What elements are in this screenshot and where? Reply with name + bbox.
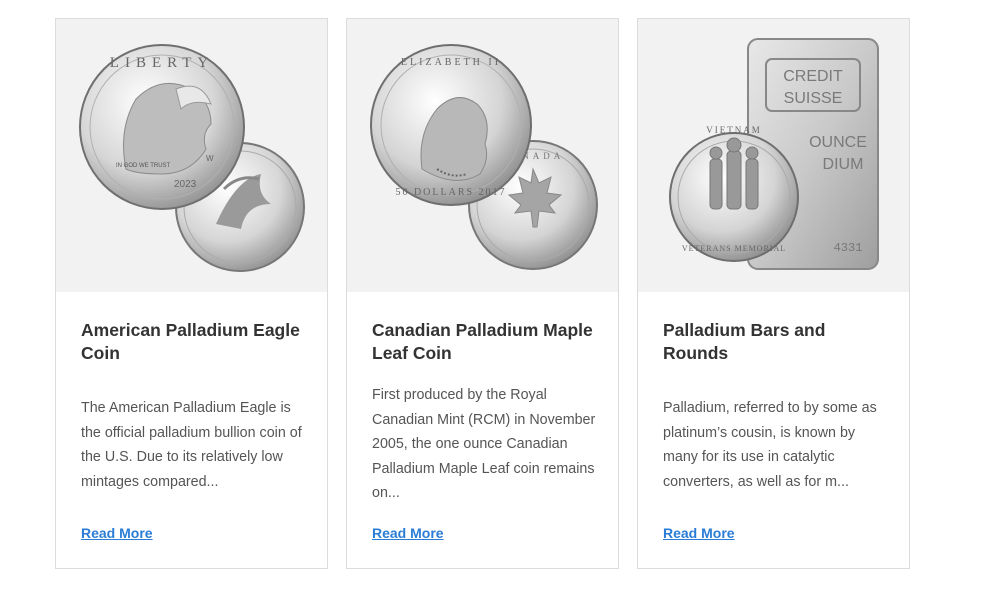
american-eagle-coin-image[interactable]: LIBERTY IN GOD WE TRUST 2023 W: [56, 19, 327, 292]
read-more-link[interactable]: Read More: [81, 525, 153, 541]
bar-brand-text: CREDIT: [783, 68, 843, 85]
product-card-bars-rounds[interactable]: CREDIT SUISSE OUNCE DIUM 4331 VIETNAM VE…: [637, 18, 910, 569]
bar-brand-text-2: SUISSE: [784, 90, 843, 107]
round-bottom-text: VETERANS MEMORIAL: [682, 244, 786, 253]
card-title[interactable]: American Palladium Eagle Coin: [81, 319, 306, 365]
card-description: Palladium, referred to by some as platin…: [663, 400, 877, 490]
read-more-link[interactable]: Read More: [663, 525, 735, 541]
card-description: The American Palladium Eagle is the offi…: [81, 400, 302, 490]
product-card-american-eagle[interactable]: LIBERTY IN GOD WE TRUST 2023 W American …: [55, 18, 328, 569]
card-title[interactable]: Palladium Bars and Rounds: [663, 319, 888, 365]
bar-weight-text: OUNCE: [809, 134, 867, 151]
palladium-bar-round-image[interactable]: CREDIT SUISSE OUNCE DIUM 4331 VIETNAM VE…: [638, 19, 909, 292]
maple-leaf-coin-image[interactable]: CANADA ELIZABETH II 50 DOLLARS 2017: [347, 19, 618, 292]
coin-dollars-text: 50 DOLLARS 2017: [395, 187, 506, 198]
coin-liberty-text: LIBERTY: [110, 55, 214, 71]
coin-elizabeth-text: ELIZABETH II: [401, 57, 501, 68]
card-title[interactable]: Canadian Palladium Maple Leaf Coin: [372, 319, 597, 365]
card-description: First produced by the Royal Canadian Min…: [372, 387, 596, 502]
coin-year-text: 2023: [174, 179, 197, 190]
bar-metal-text: DIUM: [823, 156, 864, 173]
coin-motto-text: IN GOD WE TRUST: [116, 163, 171, 169]
bar-serial-text: 4331: [834, 241, 863, 255]
coin-mint-text: W: [206, 154, 214, 163]
round-top-text: VIETNAM: [706, 125, 762, 135]
read-more-link[interactable]: Read More: [372, 525, 444, 541]
product-card-maple-leaf[interactable]: CANADA ELIZABETH II 50 DOLLARS 2017 Cana…: [346, 18, 619, 569]
